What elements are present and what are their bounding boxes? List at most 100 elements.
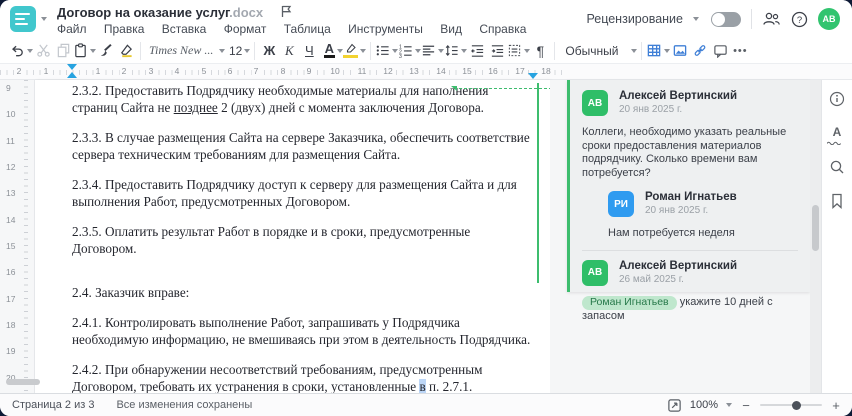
undo-button[interactable] (10, 40, 33, 62)
insert-table-button[interactable] (646, 40, 671, 62)
comment-date: 20 янв 2025 г. (619, 104, 683, 115)
insert-comment-button[interactable] (710, 40, 730, 62)
underline-button[interactable]: Ч (299, 40, 319, 62)
left-indent-marker[interactable] (67, 72, 77, 78)
menu-insert[interactable]: Вставка (162, 22, 207, 36)
paragraph-borders-icon (509, 44, 521, 57)
horizontal-scrollbar-thumb[interactable] (6, 379, 40, 385)
comment-range-line (537, 83, 539, 283)
ruler-number: 4 (172, 66, 182, 76)
align-button[interactable] (421, 40, 445, 62)
document-page[interactable]: 2.3.2. Предоставить Подрядчику необходим… (35, 80, 550, 416)
font-color-button[interactable]: А (323, 40, 344, 62)
insert-link-button[interactable] (690, 40, 710, 62)
ruler-number: 18 (539, 66, 553, 76)
menu-help[interactable]: Справка (479, 22, 526, 36)
review-caret-icon[interactable] (693, 17, 699, 21)
spellcheck-icon[interactable]: А (827, 124, 846, 145)
bullet-list-icon (377, 45, 389, 56)
comment-header: РИ Роман Игнатьев 20 янв 2025 г. (608, 190, 798, 220)
paragraph-style-select[interactable]: Обычный (559, 40, 638, 62)
zoom-slider[interactable] (760, 400, 822, 410)
menu-file[interactable]: Файл (57, 22, 87, 36)
paragraph-2-4-2: 2.4.2. При обнаружении несоответствий тр… (72, 362, 537, 396)
bold-button[interactable]: Ж (259, 40, 279, 62)
right-indent-marker[interactable] (528, 73, 538, 79)
paragraph-style-caret-icon[interactable] (631, 48, 638, 53)
font-name-select[interactable]: Times New ... (145, 40, 225, 62)
clear-style-button[interactable] (116, 40, 136, 62)
toolbar-separator (140, 41, 141, 60)
link-icon (694, 45, 706, 56)
mention-pill[interactable]: Роман Игнатьев (582, 295, 677, 310)
increase-indent-button[interactable] (487, 40, 507, 62)
paragraph-2-3-3: 2.3.3. В случае размещения Сайта на серв… (72, 130, 530, 162)
undo-icon (12, 45, 23, 57)
header-right-controls: Рецензирование ? АВ (586, 0, 840, 38)
menu-view[interactable]: Вид (440, 22, 462, 36)
help-icon[interactable]: ? (791, 11, 808, 28)
italic-button[interactable]: К (279, 40, 299, 62)
line-spacing-button[interactable] (444, 40, 468, 62)
ruler-number: 13 (407, 66, 421, 76)
page-indicator: Страница 2 из 3 (12, 399, 95, 411)
user-avatar[interactable]: АВ (818, 8, 840, 30)
numbered-list-button[interactable]: 123 (398, 40, 422, 62)
comments-scrollbar[interactable] (810, 80, 821, 393)
decrease-indent-icon (470, 45, 483, 57)
zoom-in-button[interactable]: + (830, 398, 842, 413)
decrease-indent-button[interactable] (467, 40, 487, 62)
paste-button[interactable] (73, 40, 96, 62)
zoom-caret-icon[interactable] (726, 403, 732, 407)
vertical-ruler[interactable]: 9 10 11 12 13 14 15 16 17 18 19 20 (0, 80, 35, 393)
thread-divider (582, 249, 798, 251)
paragraph-borders-button[interactable] (507, 40, 531, 62)
copy-button[interactable] (53, 40, 73, 62)
zoom-value[interactable]: 100% (690, 399, 718, 411)
font-color-caret-icon[interactable] (337, 48, 344, 53)
menu-edit[interactable]: Правка (104, 22, 145, 36)
review-toggle[interactable] (711, 11, 741, 27)
insert-image-button[interactable] (670, 40, 690, 62)
document-title: Договор на оказание услуг.docx (57, 5, 292, 21)
comment-reply[interactable]: РИ Роман Игнатьев 20 янв 2025 г. Нам пот… (608, 190, 798, 241)
main-menu-logo[interactable] (10, 6, 36, 32)
horizontal-ruler[interactable]: 2 1 1 2 3 4 5 6 7 8 9 10 11 12 13 14 15 … (0, 64, 852, 80)
comment-date: 20 янв 2025 г. (645, 205, 709, 216)
format-painter-button[interactable] (96, 40, 116, 62)
menu-tools[interactable]: Инструменты (348, 22, 423, 36)
menu-table[interactable]: Таблица (284, 22, 331, 36)
fit-page-icon[interactable] (667, 398, 682, 413)
document-text: 2.3.2. Предоставить Подрядчику необходим… (72, 83, 537, 416)
bookmark-icon[interactable] (828, 192, 846, 210)
highlight-color-button[interactable] (343, 40, 367, 62)
search-icon[interactable] (828, 158, 846, 176)
show-paragraph-marks-button[interactable]: ¶ (530, 40, 550, 62)
ruler-number: 17 (513, 66, 527, 76)
font-name-caret-icon[interactable] (219, 48, 225, 53)
comments-panel: АВ Алексей Вертинский 20 янв 2025 г. Кол… (550, 80, 810, 393)
spellcheck-letter: А (832, 125, 842, 139)
review-mode-label[interactable]: Рецензирование (586, 12, 683, 26)
toolbar-more-button[interactable]: ••• (730, 40, 750, 62)
save-status: Все изменения сохранены (116, 399, 253, 411)
first-line-indent-marker[interactable] (67, 64, 77, 70)
info-icon[interactable] (828, 90, 846, 108)
ruler-number: 7 (251, 66, 261, 76)
collaboration-users-icon[interactable] (762, 11, 781, 27)
zoom-out-button[interactable]: − (740, 398, 752, 413)
bullet-list-button[interactable] (375, 40, 399, 62)
flag-icon[interactable] (281, 5, 292, 21)
logo-caret-icon[interactable] (41, 17, 47, 21)
paragraph-2-4: 2.4. Заказчик вправе: (72, 284, 190, 300)
comment-thread[interactable]: АВ Алексей Вертинский 20 янв 2025 г. Кол… (567, 80, 810, 322)
cut-button[interactable] (33, 40, 53, 62)
font-size-caret-icon[interactable] (244, 48, 251, 53)
document-area: 9 10 11 12 13 14 15 16 17 18 19 20 2.3.2… (0, 80, 852, 416)
menu-format[interactable]: Формат (224, 22, 267, 36)
comments-scrollbar-thumb[interactable] (812, 205, 819, 251)
ruler-number: 12 (6, 162, 16, 172)
highlight-caret-icon[interactable] (360, 48, 367, 53)
font-size-select[interactable]: 12 (229, 40, 251, 62)
zoom-slider-handle[interactable] (792, 400, 801, 410)
